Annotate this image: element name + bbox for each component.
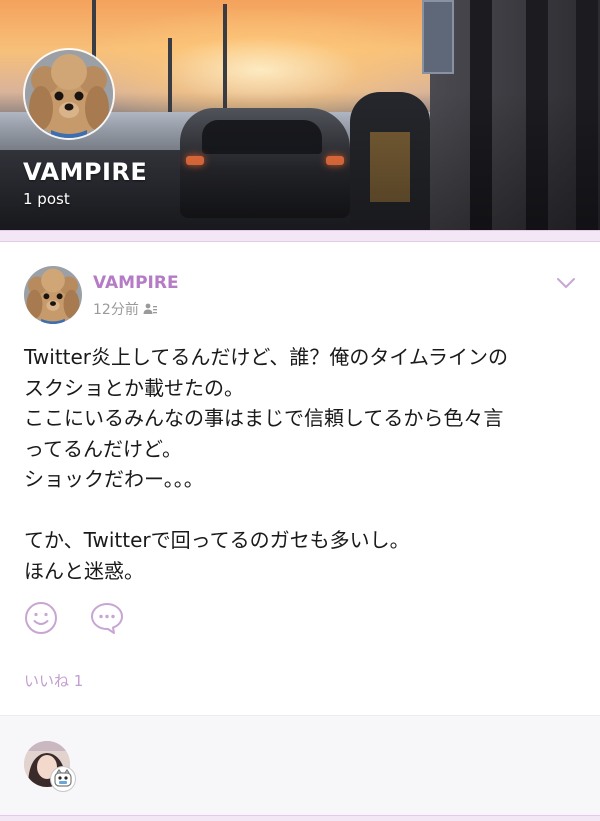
post-meta: 12分前 (93, 299, 157, 319)
post-author-avatar[interactable] (24, 266, 82, 324)
profile-post-count: 1 post (23, 190, 70, 208)
friends-icon (143, 303, 157, 314)
chevron-down-icon[interactable] (556, 276, 576, 290)
likes-count[interactable]: いいね 1 (24, 670, 83, 691)
post-author-name[interactable]: VAMPIRE (93, 273, 179, 293)
bottom-divider (0, 815, 600, 821)
post-card: VAMPIRE 12分前 Twitter炎上してるんだけど、誰？俺のタイムライン… (0, 242, 600, 715)
comments-section (0, 715, 600, 815)
poodle-dog-avatar-icon (25, 50, 113, 138)
profile-avatar[interactable] (23, 48, 115, 140)
comment-icon[interactable] (90, 601, 124, 635)
smile-icon[interactable] (24, 601, 58, 635)
post-timestamp: 12分前 (93, 302, 139, 318)
character-badge-icon (50, 766, 76, 792)
poodle-dog-avatar-icon (24, 266, 82, 324)
post-body-text: Twitter炎上してるんだけど、誰？俺のタイムラインの スクショとか載せたの。… (24, 345, 509, 583)
section-divider (0, 230, 600, 242)
profile-name: VAMPIRE (23, 158, 148, 186)
